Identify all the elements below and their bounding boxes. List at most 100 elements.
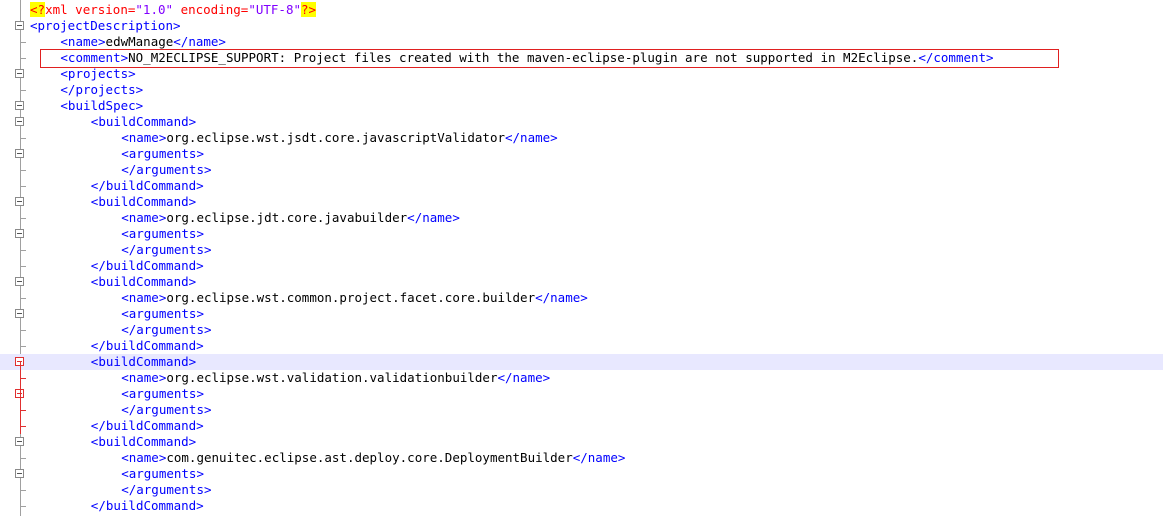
fold-tick-icon — [20, 170, 26, 171]
fold-tick-icon — [20, 330, 26, 331]
code-line[interactable]: <projectDescription> — [0, 18, 1163, 34]
xml-tag: </buildCommand> — [90, 498, 204, 513]
xml-tag: <name> — [121, 130, 167, 145]
xml-end-tag: </name> — [505, 130, 558, 145]
fold-toggle-icon[interactable] — [15, 101, 24, 110]
code-line[interactable]: <arguments> — [0, 146, 1163, 162]
code-line[interactable]: <name>edwManage</name> — [0, 34, 1163, 50]
xml-end-tag: </name> — [572, 450, 626, 465]
xml-text: com.genuitec.eclipse.ast.deploy.core.Dep… — [166, 450, 573, 465]
fold-tick-icon — [20, 186, 26, 187]
xml-tag: </arguments> — [121, 482, 212, 497]
fold-tick-icon — [20, 58, 26, 59]
attr-version-name: version — [75, 2, 128, 17]
fold-toggle-icon[interactable] — [15, 309, 24, 318]
xml-editor[interactable]: <?xml version="1.0" encoding="UTF-8"?> <… — [0, 0, 1163, 516]
xml-tag: <buildCommand> — [90, 114, 197, 129]
pi-close: ?> — [301, 2, 317, 17]
xml-end-tag: </name> — [407, 210, 460, 225]
code-line[interactable]: <buildCommand> — [0, 434, 1163, 450]
code-line[interactable]: <arguments> — [0, 226, 1163, 242]
fold-tick-icon — [20, 506, 26, 507]
code-line[interactable]: <arguments> — [0, 466, 1163, 482]
code-line[interactable]: <name>org.eclipse.jdt.core.javabuilder</… — [0, 210, 1163, 226]
code-line[interactable]: <arguments> — [0, 386, 1163, 402]
code-line[interactable]: <buildCommand> — [0, 354, 1163, 370]
xml-tag: </arguments> — [121, 402, 212, 417]
xml-tag: </buildCommand> — [90, 178, 204, 193]
fold-toggle-icon[interactable] — [15, 469, 24, 478]
fold-tick-icon — [20, 266, 26, 267]
fold-tick-icon — [20, 298, 26, 299]
xml-tag: <name> — [121, 290, 167, 305]
fold-tick-icon — [20, 138, 26, 139]
code-line[interactable]: <name>org.eclipse.wst.jsdt.core.javascri… — [0, 130, 1163, 146]
xml-tag: <name> — [121, 210, 167, 225]
xml-tag: <arguments> — [121, 226, 204, 241]
code-line[interactable]: </arguments> — [0, 482, 1163, 498]
code-line[interactable]: <arguments> — [0, 306, 1163, 322]
xml-tag: <buildCommand> — [90, 434, 197, 449]
code-line[interactable]: <name>com.genuitec.eclipse.ast.deploy.co… — [0, 450, 1163, 466]
code-line[interactable]: </arguments> — [0, 402, 1163, 418]
fold-toggle-icon[interactable] — [15, 149, 24, 158]
code-line[interactable]: <projects> — [0, 66, 1163, 82]
xml-tag: <arguments> — [121, 386, 204, 401]
xml-tag: </arguments> — [121, 162, 212, 177]
code-line[interactable]: </arguments> — [0, 242, 1163, 258]
fold-tick-icon — [20, 458, 26, 459]
fold-toggle-icon[interactable] — [15, 21, 24, 30]
fold-toggle-icon[interactable] — [15, 197, 24, 206]
xml-end-tag: </name> — [173, 34, 226, 49]
attr-encoding-name: encoding — [180, 2, 241, 17]
xml-end-tag: </name> — [497, 370, 551, 385]
code-line[interactable]: <buildSpec> — [0, 98, 1163, 114]
fold-tick-icon — [20, 218, 26, 219]
xml-text: org.eclipse.jdt.core.javabuilder — [166, 210, 408, 225]
fold-toggle-icon[interactable] — [15, 117, 24, 126]
code-line[interactable]: <name>org.eclipse.wst.validation.validat… — [0, 370, 1163, 386]
fold-toggle-icon[interactable] — [15, 437, 24, 446]
code-line[interactable]: </buildCommand> — [0, 418, 1163, 434]
xml-tag: <arguments> — [121, 306, 204, 321]
xml-text: org.eclipse.wst.common.project.facet.cor… — [166, 290, 536, 305]
code-line[interactable]: </arguments> — [0, 162, 1163, 178]
fold-toggle-icon[interactable] — [15, 277, 24, 286]
comment-highlight-box — [40, 49, 1059, 68]
xml-text: edwManage — [105, 34, 174, 49]
fold-toggle-icon[interactable] — [15, 69, 24, 78]
pi-name: xml — [45, 2, 68, 17]
pi-open: <? — [30, 2, 46, 17]
xml-tag: <name> — [121, 370, 167, 385]
xml-tag: </projects> — [60, 82, 144, 97]
xml-tag: </buildCommand> — [90, 258, 204, 273]
code-line[interactable]: <buildCommand> — [0, 114, 1163, 130]
code-line[interactable]: </projects> — [0, 82, 1163, 98]
active-fold-rail — [20, 362, 21, 434]
code-line[interactable]: <buildCommand> — [0, 274, 1163, 290]
code-line[interactable]: </buildCommand> — [0, 338, 1163, 354]
xml-tag: <buildCommand> — [90, 274, 197, 289]
code-line[interactable]: <name>org.eclipse.wst.common.project.fac… — [0, 290, 1163, 306]
code-line[interactable]: </arguments> — [0, 322, 1163, 338]
xml-tag: <buildCommand> — [90, 194, 197, 209]
code-line[interactable]: <buildCommand> — [0, 194, 1163, 210]
xml-tag: </arguments> — [121, 322, 212, 337]
fold-tick-icon — [20, 490, 26, 491]
attr-encoding-value: "UTF-8" — [248, 2, 301, 17]
xml-tag: <name> — [121, 450, 167, 465]
xml-tag: </arguments> — [121, 242, 212, 257]
fold-tick-icon — [20, 346, 26, 347]
xml-declaration-line[interactable]: <?xml version="1.0" encoding="UTF-8"?> — [0, 2, 1163, 18]
xml-text: org.eclipse.wst.jsdt.core.javascriptVali… — [166, 130, 505, 145]
xml-tag: <name> — [60, 34, 106, 49]
code-line[interactable]: </buildCommand> — [0, 258, 1163, 274]
fold-tick-icon — [20, 90, 26, 91]
xml-tag: <arguments> — [121, 466, 204, 481]
xml-tag: <buildSpec> — [60, 98, 144, 113]
attr-version-value: "1.0" — [135, 2, 174, 17]
xml-tag: <arguments> — [121, 146, 204, 161]
code-line[interactable]: </buildCommand> — [0, 178, 1163, 194]
code-line[interactable]: </buildCommand> — [0, 498, 1163, 514]
fold-toggle-icon[interactable] — [15, 229, 24, 238]
